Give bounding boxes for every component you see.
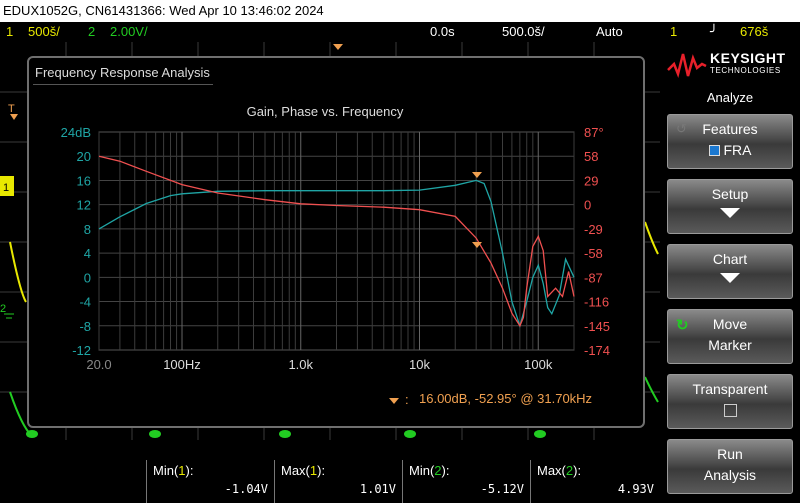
svg-text::: : [405,392,409,407]
ch2-number[interactable]: 2 [88,22,95,42]
y-left-tick-label: 16 [77,173,91,188]
measurement-bar: Min(1): -1.04V Max(1): 1.01V Min(2): -5.… [0,460,660,503]
chart-title: Gain, Phase vs. Frequency [247,104,404,119]
y-left-tick-label: 12 [77,198,91,213]
x-tick-label: 20.0 [86,357,111,372]
x-tick-label: 1.0k [288,357,313,372]
ch1-waveform [9,241,27,303]
measurement-max-ch2[interactable]: Max(2): 4.93V [530,460,660,503]
chart-softkey[interactable]: Chart [667,244,793,299]
time-scale[interactable]: 500.0š/ [502,22,545,42]
svg-text:1: 1 [3,182,9,194]
waveform-display[interactable]: 1 2 T Frequency Response Analysis Gain, … [0,42,660,440]
trigger-edge-icon: ╯ [710,24,718,39]
measurement-max-ch1[interactable]: Max(1): 1.01V [274,460,402,503]
submenu-arrow-icon [668,207,792,223]
y-right-tick-label: -116 [584,295,609,310]
y-right-tick-label: 29 [584,173,598,188]
y-left-tick-label: -4 [79,295,91,310]
y-left-tick-label: -12 [72,343,91,358]
x-tick-label: 10k [409,357,430,372]
time-reference-marker-icon [333,44,343,50]
run-analysis-softkey[interactable]: Run Analysis [667,439,793,494]
y-left-tick-label: 4 [84,246,91,261]
x-tick-label: 100Hz [163,357,201,372]
transparent-softkey[interactable]: Transparent [667,374,793,429]
transparent-checkbox-icon [723,404,737,417]
y-right-tick-label: -58 [584,246,603,261]
y-left-tick-label: 20 [77,149,91,164]
softkey-panel: KEYSIGHT TECHNOLOGIES Analyze ↺ Features… [660,42,800,503]
y-right-tick-label: 58 [584,149,598,164]
menu-title: Analyze [706,90,754,105]
marker-readout: 16.00dB, -52.95° @ 31.70kHz [419,391,593,406]
y-right-tick-label: -29 [584,222,603,237]
y-right-tick-label: -87 [584,270,603,285]
fra-checkbox-icon [708,145,720,156]
ch2-ground-marker-icon: 2 [0,303,14,319]
trigger-mode[interactable]: Auto [596,22,623,42]
y-right-tick-label: 0 [584,198,591,213]
keysight-logo: KEYSIGHT TECHNOLOGIES [660,42,800,84]
trigger-level[interactable]: 676š [740,22,768,42]
y-right-tick-label: 87° [584,125,604,140]
trigger-channel: 1 [670,24,678,39]
status-bar: 1 500š/ 2 2.00V/ 0.0s 500.0š/ Auto 1 ╯ 6… [0,22,800,42]
y-left-tick-label: 24dB [61,125,91,140]
marker-legend-icon [389,398,399,404]
features-softkey[interactable]: ↺ Features FRA [667,114,793,169]
x-tick-label: 100k [524,357,553,372]
trigger-level-marker-icon: T [8,103,15,115]
fra-chart: Gain, Phase vs. Frequency 24dB 20 16 12 8 4 0 -… [61,104,610,407]
brand-name: KEYSIGHT [710,50,786,66]
ch2-scale[interactable]: 2.00V/ [110,22,148,42]
fra-window[interactable]: Frequency Response Analysis Gain, Phase … [27,56,645,428]
gain-marker-icon [472,172,482,178]
move-marker-softkey[interactable]: ↻ Move Marker [667,309,793,364]
measurement-min-ch1[interactable]: Min(1): -1.04V [146,460,274,503]
ch1-number[interactable]: 1 [6,22,13,42]
ch1-scale[interactable]: 500š/ [28,22,60,42]
y-right-tick-label: -145 [584,319,610,334]
keysight-wave-icon [667,53,707,79]
submenu-arrow-icon [668,272,792,288]
window-title: EDUX1052G, CN61431366: Wed Apr 10 13:46:… [0,0,800,22]
brand-subtitle: TECHNOLOGIES [710,66,781,75]
y-left-tick-label: 8 [84,222,91,237]
measurement-min-ch2[interactable]: Min(2): -5.12V [402,460,530,503]
y-right-tick-label: -174 [584,343,610,358]
svg-text:2: 2 [0,303,6,315]
y-left-tick-label: -8 [79,319,91,334]
time-delay[interactable]: 0.0s [430,22,455,42]
setup-softkey[interactable]: Setup [667,179,793,234]
y-left-tick-label: 0 [84,270,91,285]
ch1-ground-marker-icon: 1 [0,176,14,196]
